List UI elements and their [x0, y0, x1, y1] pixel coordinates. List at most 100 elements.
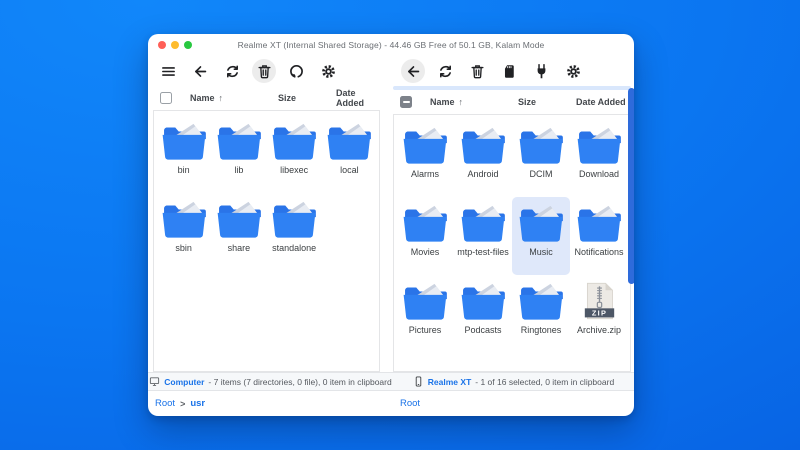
select-all-checkbox[interactable] [160, 92, 172, 104]
file-name: Movies [411, 247, 440, 257]
eject-button[interactable] [529, 59, 553, 83]
folder-icon [271, 200, 317, 238]
breadcrumb-usr[interactable]: usr [190, 398, 205, 409]
toolbar-left-pane [148, 59, 393, 83]
file-name: Android [467, 169, 498, 179]
column-header-date-added[interactable]: Date Added [576, 97, 631, 107]
breadcrumb-root[interactable]: Root [400, 398, 420, 409]
sort-ascending-icon: ↑ [459, 97, 464, 107]
file-name: Pictures [409, 325, 442, 335]
file-item-notifications[interactable]: Notifications [570, 197, 628, 275]
file-name: Podcasts [464, 325, 501, 335]
file-item-bin[interactable]: bin [156, 115, 211, 193]
back-button-left[interactable] [188, 59, 212, 83]
file-item-archive.zip[interactable]: ZIP Archive.zip [570, 275, 628, 353]
file-item-ringtones[interactable]: Ringtones [512, 275, 570, 353]
settings-button-right[interactable] [561, 59, 585, 83]
refresh-button-left[interactable] [220, 59, 244, 83]
window-title: Realme XT (Internal Shared Storage) - 44… [238, 40, 545, 50]
file-item-android[interactable]: Android [454, 119, 512, 197]
github-button[interactable] [284, 59, 308, 83]
folder-icon [402, 204, 448, 242]
settings-icon [565, 63, 582, 80]
indeterminate-dash-icon [403, 101, 410, 103]
column-header-size[interactable]: Size [518, 97, 576, 107]
settings-button-left[interactable] [316, 59, 340, 83]
left-pane-computer: Name↑ Size Date Added bin lib libexec lo… [153, 86, 380, 372]
right-pane-device: Name↑ Size Date Added Alarms Android DCI… [393, 86, 631, 372]
file-item-download[interactable]: Download [570, 119, 628, 197]
minimize-button[interactable] [171, 41, 179, 49]
file-item-alarms[interactable]: Alarms [396, 119, 454, 197]
file-name: lib [234, 165, 243, 175]
file-grid-area: bin lib libexec local sbin share standal… [153, 110, 380, 372]
traffic-lights [158, 34, 192, 56]
folder-icon [576, 204, 622, 242]
column-header-size[interactable]: Size [278, 93, 336, 103]
phone-icon [413, 376, 424, 387]
column-header-date-added[interactable]: Date Added [336, 88, 380, 108]
file-item-standalone[interactable]: standalone [267, 193, 322, 271]
status-text: - 7 items (7 directories, 0 file), 0 ite… [208, 377, 391, 387]
file-name: Notifications [574, 247, 623, 257]
folder-icon [460, 204, 506, 242]
file-item-lib[interactable]: lib [211, 115, 266, 193]
location-link[interactable]: Computer [164, 377, 204, 387]
toolbar-right-pane [393, 59, 634, 83]
folder-icon [271, 122, 317, 160]
column-header-name[interactable]: Name↑ [430, 97, 518, 107]
maximize-button[interactable] [184, 41, 192, 49]
file-name: DCIM [530, 169, 553, 179]
back-icon [192, 63, 209, 80]
svg-text:ZIP: ZIP [591, 308, 606, 317]
folder-icon [518, 204, 564, 242]
folder-icon [161, 122, 207, 160]
settings-icon [320, 63, 337, 80]
breadcrumb-right: Root [393, 398, 634, 409]
trash-icon [469, 63, 486, 80]
folder-icon [460, 282, 506, 320]
file-item-share[interactable]: share [211, 193, 266, 271]
file-name: Music [529, 247, 553, 257]
toolbar [148, 56, 634, 86]
plug-icon [533, 63, 550, 80]
file-item-movies[interactable]: Movies [396, 197, 454, 275]
delete-button-left[interactable] [252, 59, 276, 83]
file-item-local[interactable]: local [322, 115, 377, 193]
scrollbar-thumb[interactable] [628, 88, 634, 284]
file-grid: Alarms Android DCIM Download Movies mtp-… [394, 115, 630, 357]
trash-icon [256, 63, 273, 80]
location-link[interactable]: Realme XT [428, 377, 471, 387]
file-item-podcasts[interactable]: Podcasts [454, 275, 512, 353]
file-name: mtp-test-files [457, 247, 509, 257]
folder-icon [216, 122, 262, 160]
delete-button-right[interactable] [465, 59, 489, 83]
file-item-pictures[interactable]: Pictures [396, 275, 454, 353]
file-item-sbin[interactable]: sbin [156, 193, 211, 271]
folder-icon [216, 200, 262, 238]
storage-button[interactable] [497, 59, 521, 83]
breadcrumb-root[interactable]: Root [155, 398, 175, 409]
right-pane-status: Realme XT - 1 of 16 selected, 0 item in … [393, 376, 634, 387]
breadcrumb-bar: Root > usr Root [148, 391, 634, 416]
refresh-button-right[interactable] [433, 59, 457, 83]
folder-icon [402, 126, 448, 164]
breadcrumb-separator-icon: > [180, 399, 185, 409]
back-icon [405, 63, 422, 80]
folder-icon [518, 282, 564, 320]
status-bar: Computer - 7 items (7 directories, 0 fil… [148, 372, 634, 391]
column-header-row: Name↑ Size Date Added [393, 90, 631, 114]
column-header-name[interactable]: Name↑ [190, 93, 278, 103]
file-item-music[interactable]: Music [512, 197, 570, 275]
file-item-dcim[interactable]: DCIM [512, 119, 570, 197]
select-all-checkbox-indeterminate[interactable] [400, 96, 412, 108]
menu-button[interactable] [156, 59, 180, 83]
file-item-mtp-test-files[interactable]: mtp-test-files [454, 197, 512, 275]
file-item-libexec[interactable]: libexec [267, 115, 322, 193]
file-name: Download [579, 169, 619, 179]
file-name: standalone [272, 243, 316, 253]
back-button-right[interactable] [401, 59, 425, 83]
close-button[interactable] [158, 41, 166, 49]
file-name: share [228, 243, 251, 253]
column-header-row: Name↑ Size Date Added [153, 86, 380, 110]
